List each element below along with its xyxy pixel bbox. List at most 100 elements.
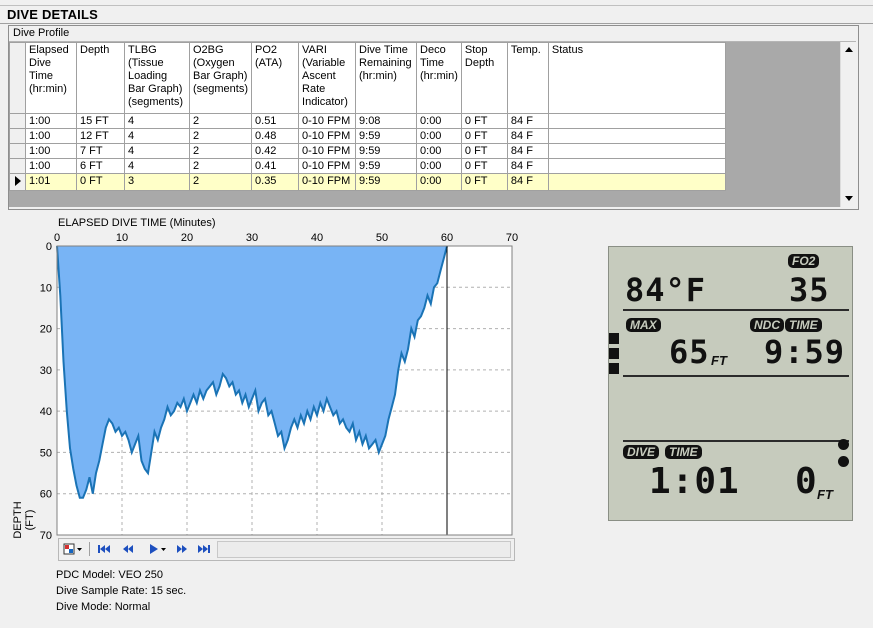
x-tick-label: 40 (311, 232, 323, 244)
column-header[interactable]: Deco Time (hr:min) (416, 42, 462, 114)
table-row[interactable]: 1:00 12 FT 4 2 0.48 0-10 FPM 9:59 0:00 0 FT 84 F (9, 128, 726, 144)
column-header[interactable]: Status (547, 42, 726, 114)
table-cell[interactable]: 4 (124, 128, 190, 144)
table-cell[interactable] (547, 128, 726, 144)
column-header[interactable]: Depth (76, 42, 125, 114)
table-cell[interactable]: 0.51 (251, 113, 300, 129)
table-cell[interactable]: 1:00 (25, 113, 77, 129)
table-cell[interactable]: 4 (124, 113, 190, 129)
table-cell[interactable]: 0 FT (460, 173, 508, 191)
table-cell[interactable]: 0-10 FPM (298, 128, 357, 144)
vertical-scrollbar[interactable] (840, 42, 857, 207)
top-strip (0, 0, 873, 6)
x-tick-label: 20 (181, 232, 193, 244)
table-cell[interactable]: 9:59 (355, 143, 418, 159)
x-tick-label: 30 (246, 232, 258, 244)
table-cell[interactable]: 0 FT (460, 143, 508, 159)
table-cell[interactable]: 0 FT (460, 158, 508, 174)
table-cell[interactable]: 3 (124, 173, 190, 191)
row-header[interactable] (9, 158, 26, 174)
table-row[interactable]: 1:00 6 FT 4 2 0.41 0-10 FPM 9:59 0:00 0 FT 84 F (9, 158, 726, 174)
column-header[interactable]: Dive Time Remaining (hr:min) (355, 42, 418, 114)
column-header[interactable]: PO2 (ATA) (251, 42, 300, 114)
table-cell[interactable]: 9:59 (355, 158, 418, 174)
scroll-up-button[interactable] (841, 42, 857, 58)
y-axis-label: DEPTH (FT) (12, 501, 36, 539)
column-header[interactable]: VARI (Variable Ascent Rate Indicator) (298, 42, 357, 114)
row-header[interactable] (9, 113, 26, 129)
color-picker-button[interactable] (61, 539, 85, 559)
table-cell[interactable]: 0:00 (416, 158, 462, 174)
table-row[interactable]: 1:00 15 FT 4 2 0.51 0-10 FPM 9:08 0:00 0 FT 84 F (9, 113, 726, 129)
column-header[interactable]: TLBG (Tissue Loading Bar Graph) (segment… (124, 42, 190, 114)
table-cell[interactable]: 0.35 (251, 173, 300, 191)
table-cell[interactable]: 0 FT (460, 128, 508, 144)
row-header[interactable] (9, 143, 26, 159)
table-row[interactable]: 1:01 0 FT 3 2 0.35 0-10 FPM 9:59 0:00 0 FT 84 F (9, 173, 726, 191)
table-cell[interactable]: 0:00 (416, 173, 462, 191)
last-button[interactable] (195, 539, 213, 559)
table-cell[interactable]: 9:08 (355, 113, 418, 129)
column-header[interactable]: Stop Depth (460, 42, 508, 114)
first-button[interactable] (95, 539, 113, 559)
lcd-depth-unit: FT (817, 487, 833, 502)
ndc-label: NDC (754, 318, 780, 332)
table-cell[interactable]: 9:59 (355, 128, 418, 144)
table-cell[interactable]: 84 F (506, 128, 549, 144)
table-cell[interactable]: 2 (188, 143, 253, 159)
table-cell[interactable]: 84 F (506, 113, 549, 129)
table-cell[interactable]: 1:01 (25, 173, 77, 191)
table-cell[interactable]: 0-10 FPM (298, 143, 357, 159)
table-cell[interactable]: 9:59 (355, 173, 418, 191)
row-header[interactable] (9, 173, 26, 191)
dive-profile-grid[interactable]: Elapsed Dive Time (hr:min) Depth TLBG (Tis… (9, 42, 840, 207)
sample-rate-text: Dive Sample Rate: 15 sec. (56, 585, 187, 597)
table-cell[interactable]: 0:00 (416, 128, 462, 144)
table-cell[interactable]: 0-10 FPM (298, 173, 357, 191)
next-button[interactable] (173, 539, 191, 559)
table-cell[interactable]: 1:00 (25, 158, 77, 174)
column-header[interactable]: Temp. (506, 42, 549, 114)
table-cell[interactable]: 0 FT (76, 173, 125, 191)
table-cell[interactable] (547, 143, 726, 159)
table-cell[interactable]: 0-10 FPM (298, 113, 357, 129)
table-cell[interactable]: 15 FT (76, 113, 125, 129)
column-header[interactable]: Elapsed Dive Time (hr:min) (25, 42, 77, 114)
table-cell[interactable]: 0:00 (416, 143, 462, 159)
rewind-icon (123, 545, 133, 553)
table-cell[interactable]: 0:00 (416, 113, 462, 129)
table-cell[interactable]: 4 (124, 158, 190, 174)
table-cell[interactable]: 7 FT (76, 143, 125, 159)
table-cell[interactable]: 0-10 FPM (298, 158, 357, 174)
row-header[interactable] (9, 128, 26, 144)
table-cell[interactable]: 2 (188, 128, 253, 144)
previous-button[interactable] (119, 539, 137, 559)
column-header[interactable]: O2BG (Oxygen Bar Graph) (segments) (188, 42, 253, 114)
table-cell[interactable]: 84 F (506, 173, 549, 191)
scroll-down-button[interactable] (841, 191, 857, 207)
x-tick-label: 0 (54, 232, 60, 244)
table-cell[interactable]: 0.41 (251, 158, 300, 174)
table-cell[interactable]: 2 (188, 113, 253, 129)
table-cell[interactable]: 1:00 (25, 128, 77, 144)
table-cell[interactable]: 4 (124, 143, 190, 159)
table-cell[interactable] (547, 158, 726, 174)
table-cell[interactable]: 84 F (506, 143, 549, 159)
ndc-tag: NDC (750, 318, 784, 332)
chart-title: ELAPSED DIVE TIME (Minutes) (58, 217, 216, 229)
table-cell[interactable]: 0.48 (251, 128, 300, 144)
table-row[interactable]: 1:00 7 FT 4 2 0.42 0-10 FPM 9:59 0:00 0 FT 84 F (9, 143, 726, 159)
table-cell[interactable]: 0.42 (251, 143, 300, 159)
table-cell[interactable]: 1:00 (25, 143, 77, 159)
table-cell[interactable]: 6 FT (76, 158, 125, 174)
table-cell[interactable]: 84 F (506, 158, 549, 174)
lcd-dive-time: 1:01 (649, 461, 740, 502)
lcd-tick (609, 348, 619, 359)
table-cell[interactable]: 0 FT (460, 113, 508, 129)
table-cell[interactable] (547, 173, 726, 191)
play-button[interactable] (145, 539, 169, 559)
table-cell[interactable]: 2 (188, 158, 253, 174)
table-cell[interactable]: 2 (188, 173, 253, 191)
table-cell[interactable] (547, 113, 726, 129)
table-cell[interactable]: 12 FT (76, 128, 125, 144)
